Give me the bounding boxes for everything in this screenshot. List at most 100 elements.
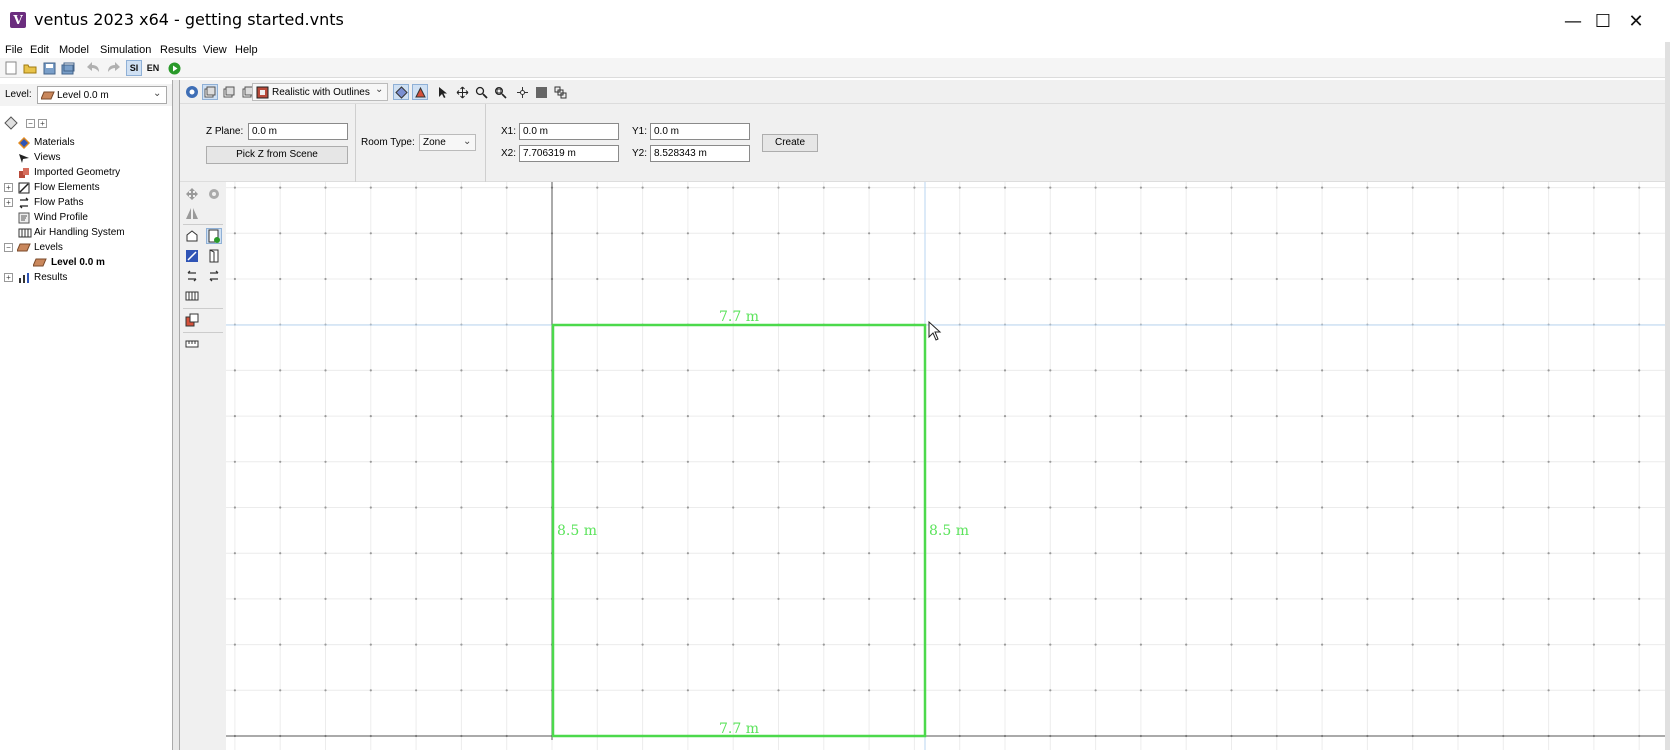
grid-dot [1003,415,1007,418]
import-geometry-tool-icon[interactable] [184,312,200,328]
flow-element-tool-icon[interactable] [184,248,200,264]
grid-dot [1049,186,1052,189]
grid-dot [641,506,644,509]
grid-dot [1094,597,1097,600]
menu-simulation[interactable]: Simulation [100,42,151,58]
menu-edit[interactable]: Edit [30,42,49,58]
outline-display-icon[interactable] [393,84,409,100]
zoom-window-icon[interactable] [492,84,508,100]
measure-tool-icon[interactable] [184,336,200,352]
redo-icon[interactable] [105,60,121,76]
grid-dot [415,369,418,372]
door-tool-icon[interactable] [206,248,222,264]
grid-dot [1185,186,1188,189]
snap-point-icon[interactable] [514,84,530,100]
grid-dot [1094,186,1097,189]
grid-dot [279,597,282,600]
grid-dot [777,689,780,692]
grid-dot [505,643,508,646]
grid-dot [686,232,689,235]
new-file-icon[interactable] [3,60,19,76]
grid-dot [1049,643,1052,646]
grid-dot [415,552,418,555]
menu-help[interactable]: Help [235,42,258,58]
grid-dot [1275,232,1278,235]
move-tool-icon[interactable] [184,186,200,202]
grid-dot [460,643,463,646]
top-view-icon[interactable] [202,84,218,100]
collapse-icon[interactable]: − [4,243,13,252]
mirror-tool-icon[interactable] [184,206,200,222]
select-arrow-icon[interactable] [435,84,451,100]
z-plane-field[interactable]: 0.0 m [248,123,348,140]
expand-icon[interactable]: + [4,273,13,282]
drawing-canvas[interactable]: 7.7 m 7.7 m 8.5 m 8.5 m [226,182,1666,750]
x1-field[interactable]: 0.0 m [519,123,619,140]
model-tree-icon[interactable] [4,116,18,130]
expand-all-icon[interactable]: + [38,119,47,128]
grid-dot [1139,552,1142,555]
draw-room-icon[interactable] [184,228,200,244]
grid-dot [1366,552,1369,555]
grid-dot [324,415,327,418]
collapse-all-icon[interactable]: − [26,119,35,128]
grid-dot [1366,506,1369,509]
menu-model[interactable]: Model [59,42,89,58]
zoom-icon[interactable] [473,84,489,100]
y1-field[interactable]: 0.0 m [650,123,750,140]
grid-dot [1547,506,1550,509]
menu-view[interactable]: View [203,42,227,58]
pick-z-from-scene-button[interactable]: Pick Z from Scene [206,146,348,164]
level-plane-icon [33,258,47,267]
level-dropdown[interactable]: Level 0.0 m ⌄ [37,86,167,104]
undo-icon[interactable] [86,60,102,76]
expand-icon[interactable]: + [4,183,13,192]
grid-dot [686,369,689,372]
grid-dot [913,232,916,235]
menu-file[interactable]: File [5,42,23,58]
pan-icon[interactable] [454,84,470,100]
grid-dot [1547,597,1550,600]
expand-icon[interactable]: + [4,198,13,207]
panel-splitter[interactable] [172,80,180,750]
grid-dot [1275,506,1278,509]
air-handling-tool-icon[interactable] [184,288,200,304]
y2-field[interactable]: 8.528343 m [650,145,750,162]
save-all-icon[interactable] [60,60,76,76]
flow-path-tool-icon[interactable] [184,268,200,284]
render-mode-dropdown[interactable]: Realistic with Outlines ⌄ [252,83,388,101]
room-type-dropdown[interactable]: Zone ⌄ [419,134,476,151]
front-view-icon[interactable] [221,84,237,100]
menu-results[interactable]: Results [160,42,197,58]
grid-dot [777,232,780,235]
flow-path-reverse-icon[interactable] [206,268,222,284]
open-folder-icon[interactable] [22,60,38,76]
grid-dot [1592,369,1595,372]
si-units-button[interactable]: SI [126,60,142,76]
save-icon[interactable] [41,60,57,76]
grid-dot [233,597,236,600]
chevron-down-icon: ⌄ [463,136,472,147]
grid-dot [1275,415,1278,418]
perspective-icon[interactable] [184,84,200,100]
right-edge-scrollbar[interactable] [1665,42,1670,750]
grid-dot [913,643,916,646]
render-mode-icon [256,86,269,99]
y1-label: Y1: [632,126,648,137]
grid-dot [1547,415,1550,418]
grid-dot [324,643,327,646]
grid-dot [1049,689,1052,692]
run-icon[interactable] [166,60,182,76]
object-display-icon[interactable] [412,84,428,100]
grid-dot [868,232,871,235]
close-button[interactable]: ✕ [1606,0,1666,42]
rotate-tool-icon[interactable] [206,186,222,202]
grid-dot [958,415,961,418]
grid-dot [324,689,327,692]
draw-rectangle-room-icon[interactable] [206,228,222,244]
en-units-button[interactable]: EN [145,60,161,76]
fit-view-icon[interactable] [552,84,568,100]
x2-field[interactable]: 7.706319 m [519,145,619,162]
create-button[interactable]: Create [762,134,818,152]
grid-icon[interactable] [533,84,549,100]
